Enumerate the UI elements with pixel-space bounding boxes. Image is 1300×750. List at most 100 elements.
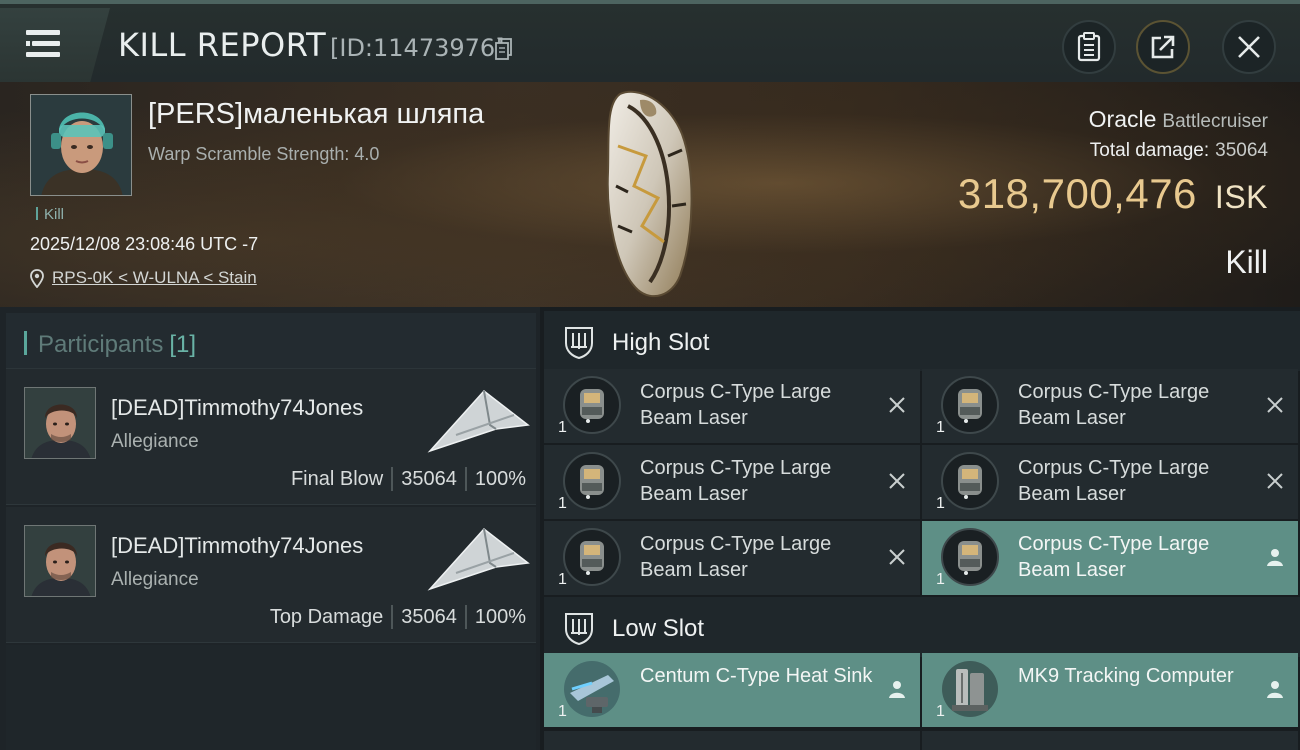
total-damage-label: Total damage: (1089, 140, 1210, 161)
destroyed-icon (1267, 397, 1283, 413)
avatar (24, 387, 96, 459)
share-button[interactable] (1136, 20, 1190, 74)
page-title: KILL REPORT (118, 26, 327, 64)
destroyed-icon (889, 549, 905, 565)
participant-damage: 35064 (401, 605, 457, 628)
high-slot-icon (565, 327, 593, 359)
total-damage: Total damage: 35064 (1090, 140, 1268, 162)
participant-role: Top Damage (269, 605, 384, 628)
module-item-partial[interactable] (544, 731, 920, 750)
participants-empty-area (6, 645, 536, 750)
module-quantity: 1 (936, 419, 945, 436)
person-icon (1267, 549, 1283, 566)
module-item[interactable]: 1 Corpus C-Type Large Beam Laser (922, 445, 1298, 519)
participant-role: Final Blow (290, 467, 384, 490)
kill-tag: Kill (36, 206, 64, 223)
module-item[interactable]: 1 Corpus C-Type Large Beam Laser (544, 521, 920, 595)
module-name: Corpus C-Type Large Beam Laser (1018, 381, 1210, 429)
high-slot-label: High Slot (612, 329, 710, 356)
module-name: MK9 Tracking Computer (1018, 665, 1234, 687)
report-id: [ID:11473976] (330, 34, 505, 62)
low-slot-label: Low Slot (612, 615, 705, 642)
beam-laser-icon (563, 376, 621, 434)
high-slot-header: High Slot (544, 311, 1300, 371)
victim-ship-image[interactable] (598, 86, 702, 302)
participants-title: Participants [1] (38, 331, 196, 359)
ship-class: Battlecruiser (1162, 111, 1268, 132)
participant-ship-icon[interactable] (426, 523, 530, 593)
close-icon (1238, 36, 1260, 58)
module-item[interactable]: 1 Corpus C-Type Large Beam Laser (922, 521, 1298, 595)
kill-summary-banner: [PERS]маленькая шляпа Warp Scramble Stre… (0, 82, 1300, 307)
participants-panel: Participants [1] [DEAD]Timmothy74Jones Al… (0, 307, 540, 750)
victim-portrait[interactable] (30, 94, 132, 196)
module-name: Corpus C-Type Large Beam Laser (640, 457, 832, 505)
copy-icon[interactable] (495, 38, 513, 60)
module-quantity: 1 (558, 703, 567, 720)
location-link[interactable]: RPS-0K < W-ULNA < Stain (52, 268, 257, 288)
module-name: Corpus C-Type Large Beam Laser (1018, 457, 1210, 505)
module-quantity: 1 (936, 571, 945, 588)
participants-count: [1] (169, 331, 197, 358)
module-item[interactable]: 1 Corpus C-Type Large Beam Laser (544, 445, 920, 519)
module-quantity: 1 (936, 703, 945, 720)
module-name: Corpus C-Type Large Beam Laser (1018, 533, 1210, 581)
module-item-partial[interactable] (922, 731, 1298, 750)
module-item[interactable]: 1 Corpus C-Type Large Beam Laser (544, 369, 920, 443)
person-icon (1267, 681, 1283, 698)
participant-name[interactable]: [DEAD]Timmothy74Jones (111, 395, 363, 421)
total-damage-value: 35064 (1215, 140, 1268, 161)
menu-button[interactable] (0, 8, 110, 82)
module-name: Corpus C-Type Large Beam Laser (640, 381, 832, 429)
beam-laser-icon (563, 528, 621, 586)
module-item[interactable]: 1 MK9 Tracking Computer (922, 653, 1298, 727)
isk-unit: ISK (1214, 179, 1268, 215)
module-quantity: 1 (558, 419, 567, 436)
top-bar: KILL REPORT [ID:11473976] (0, 0, 1300, 82)
participant-name[interactable]: [DEAD]Timmothy74Jones (111, 533, 363, 559)
victim-avatar (31, 95, 131, 195)
module-item[interactable]: 1 Centum C-Type Heat Sink (544, 653, 920, 727)
result-label: Kill (1225, 244, 1268, 280)
beam-laser-icon (941, 376, 999, 434)
low-slot-header: Low Slot (544, 597, 1300, 657)
participant-stats: Final Blow 35064 100% (291, 467, 526, 491)
isk-value: 318,700,476 ISK (958, 170, 1268, 218)
beam-laser-icon (941, 452, 999, 510)
close-button[interactable] (1222, 20, 1276, 74)
participant-row[interactable]: [DEAD]Timmothy74Jones Allegiance Final B… (6, 369, 536, 505)
module-quantity: 1 (936, 495, 945, 512)
victim-name[interactable]: [PERS]маленькая шляпа (148, 98, 484, 131)
fitting-panel: High Slot 1 Corpus C-Type Large Beam Las… (540, 307, 1300, 750)
heat-sink-icon (564, 661, 620, 717)
ship-name: Oracle (1088, 106, 1157, 132)
kill-datetime: 2025/12/08 23:08:46 UTC -7 (30, 234, 259, 254)
participant-stats: Top Damage 35064 100% (270, 605, 526, 629)
module-name: Corpus C-Type Large Beam Laser (640, 533, 832, 581)
location-pin-icon (30, 268, 44, 288)
destroyed-icon (1267, 473, 1283, 489)
person-icon (889, 681, 905, 698)
destroyed-icon (889, 473, 905, 489)
beam-laser-icon (563, 452, 621, 510)
participants-title-text: Participants (38, 331, 164, 358)
participant-damage: 35064 (401, 467, 457, 490)
clipboard-icon (1077, 32, 1101, 62)
participant-ship-icon[interactable] (426, 385, 530, 455)
low-slot-icon (565, 613, 593, 645)
participant-percent: 100% (474, 467, 526, 490)
participant-corp: Allegiance (111, 569, 199, 590)
isk-amount: 318,700,476 (957, 170, 1197, 217)
participant-row[interactable]: [DEAD]Timmothy74Jones Allegiance Top Dam… (6, 507, 536, 643)
kill-location[interactable]: RPS-0K < W-ULNA < Stain (30, 268, 257, 288)
module-quantity: 1 (558, 571, 567, 588)
warp-scramble-strength: Warp Scramble Strength: 4.0 (148, 144, 380, 164)
participant-corp: Allegiance (111, 431, 199, 452)
destroyed-icon (889, 397, 905, 413)
participants-header: Participants [1] (6, 313, 536, 369)
module-item[interactable]: 1 Corpus C-Type Large Beam Laser (922, 369, 1298, 443)
module-name: Centum C-Type Heat Sink (640, 665, 873, 687)
clipboard-button[interactable] (1062, 20, 1116, 74)
victim-ship-name[interactable]: Oracle Battlecruiser (1089, 106, 1268, 133)
tracking-computer-icon (942, 661, 998, 717)
